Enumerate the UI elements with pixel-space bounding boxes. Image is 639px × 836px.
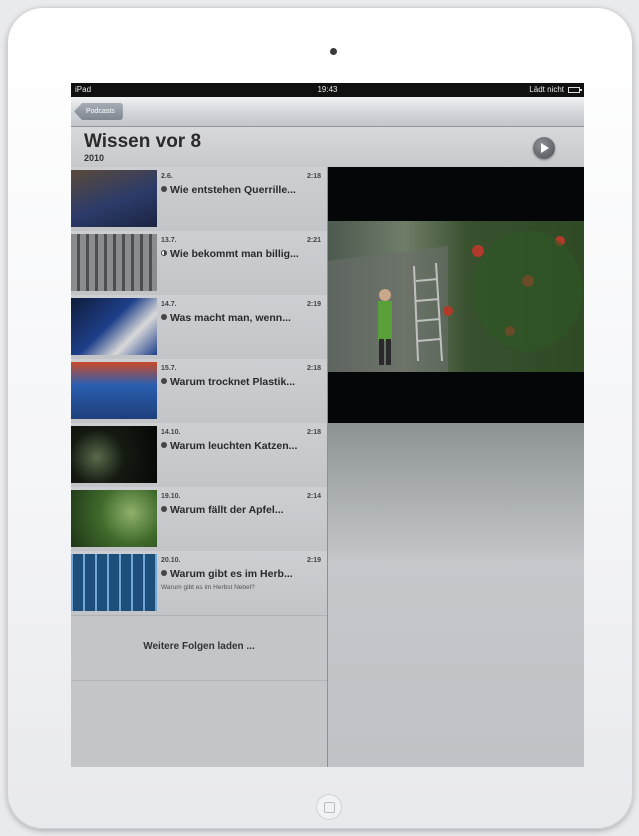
- episode-title: Warum gibt es im Herb...: [170, 568, 293, 580]
- clock: 19:43: [317, 85, 338, 94]
- load-more-button[interactable]: Weitere Folgen laden ...: [71, 615, 327, 681]
- episode-title: Warum trocknet Plastik...: [170, 376, 296, 388]
- back-button[interactable]: Podcasts: [74, 103, 123, 120]
- episode-title: Warum leuchten Katzen...: [170, 440, 298, 452]
- video-reflection: [328, 423, 584, 563]
- episode-list: 2.6. 2:18 Wie entstehen Querrille... 13.…: [71, 167, 328, 767]
- play-icon[interactable]: [533, 137, 555, 159]
- episode-row[interactable]: 19.10. 2:14 Warum fällt der Apfel...: [71, 487, 327, 552]
- unplayed-dot-icon: [161, 186, 167, 192]
- unplayed-dot-icon: [161, 314, 167, 320]
- unplayed-dot-icon: [161, 378, 167, 384]
- episode-subtitle: Warum gibt es im Herbst Nebel?: [161, 584, 255, 591]
- episode-duration: 2:18: [306, 365, 321, 372]
- episode-thumbnail: [71, 490, 157, 547]
- episode-thumbnail: [71, 234, 157, 291]
- episode-title-line: Warum fällt der Apfel...: [161, 504, 323, 516]
- video-pane: [328, 167, 584, 767]
- page-title: Wissen vor 8: [84, 131, 202, 152]
- episode-duration: 2:18: [306, 429, 321, 436]
- unplayed-dot-icon: [161, 570, 167, 576]
- episode-thumbnail: [71, 362, 157, 419]
- episode-date: 14.7.: [161, 301, 177, 308]
- episode-date: 2.6.: [161, 173, 173, 180]
- episode-thumbnail: [71, 426, 157, 483]
- episode-title-line: Wie bekommt man billig...: [161, 248, 323, 260]
- home-button[interactable]: [316, 794, 342, 820]
- episode-title: Warum fällt der Apfel...: [170, 504, 284, 516]
- episode-title-line: Wie entstehen Querrille...: [161, 184, 323, 196]
- unplayed-dot-icon: [161, 506, 167, 512]
- episode-duration: 2:18: [306, 173, 321, 180]
- battery-icon: [568, 87, 582, 93]
- year-label: 2010: [84, 153, 105, 163]
- status-bar: iPad 19:43 Lädt nicht: [71, 83, 584, 97]
- episode-row[interactable]: 2.6. 2:18 Wie entstehen Querrille...: [71, 167, 327, 232]
- episode-date: 14.10.: [161, 429, 181, 436]
- charging-status: Lädt nicht: [529, 85, 564, 94]
- episode-date: 15.7.: [161, 365, 177, 372]
- screen: iPad 19:43 Lädt nicht Podcasts Wissen vo…: [71, 83, 584, 767]
- episode-row[interactable]: 14.7. 2:19 Was macht man, wenn...: [71, 295, 327, 360]
- episode-title-line: Warum leuchten Katzen...: [161, 440, 323, 452]
- camera-icon: [330, 48, 337, 55]
- episode-date: 13.7.: [161, 237, 177, 244]
- episode-duration: 2:19: [306, 557, 321, 564]
- episode-duration: 2:14: [306, 493, 321, 500]
- episode-title: Wie entstehen Querrille...: [170, 184, 296, 196]
- navigation-bar: Podcasts: [71, 97, 584, 127]
- episode-thumbnail: [71, 298, 157, 355]
- video-scene-illustration: [328, 231, 583, 372]
- episode-title: Wie bekommt man billig...: [170, 248, 299, 260]
- episode-thumbnail: [71, 554, 157, 611]
- episode-title-line: Warum gibt es im Herb...: [161, 568, 323, 580]
- episode-thumbnail: [71, 170, 157, 227]
- video-player[interactable]: [328, 167, 584, 423]
- video-still: [328, 221, 584, 372]
- unplayed-dot-icon: [161, 442, 167, 448]
- episode-duration: 2:21: [306, 237, 321, 244]
- partially-played-dot-icon: [161, 250, 167, 256]
- episode-title-line: Warum trocknet Plastik...: [161, 376, 323, 388]
- episode-row[interactable]: 15.7. 2:18 Warum trocknet Plastik...: [71, 359, 327, 424]
- episode-row[interactable]: 13.7. 2:21 Wie bekommt man billig...: [71, 231, 327, 296]
- episode-row[interactable]: 14.10. 2:18 Warum leuchten Katzen...: [71, 423, 327, 488]
- episode-title-line: Was macht man, wenn...: [161, 312, 323, 324]
- podcast-header: Wissen vor 8 2010: [71, 127, 584, 167]
- episode-date: 19.10.: [161, 493, 181, 500]
- episode-duration: 2:19: [306, 301, 321, 308]
- episode-title: Was macht man, wenn...: [170, 312, 291, 324]
- episode-date: 20.10.: [161, 557, 181, 564]
- episode-row[interactable]: 20.10. 2:19 Warum gibt es im Herb... War…: [71, 551, 327, 616]
